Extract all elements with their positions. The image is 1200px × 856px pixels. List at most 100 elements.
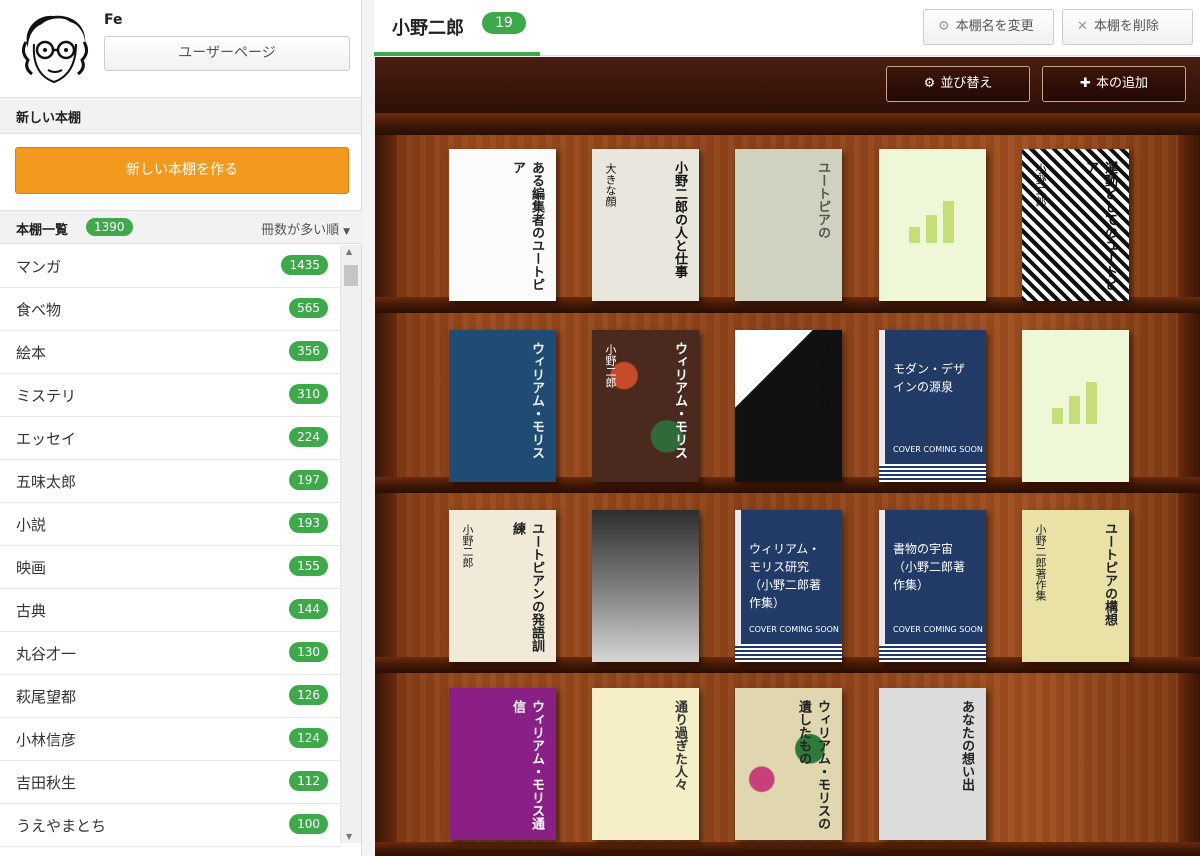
delete-shelf-label: 本棚を削除 bbox=[1093, 19, 1159, 34]
delete-shelf-button[interactable]: ✕ 本棚を削除 bbox=[1062, 9, 1193, 45]
book-cover[interactable]: ユートピアの bbox=[735, 149, 842, 301]
book-placeholder[interactable] bbox=[879, 149, 986, 301]
shelf-list-item[interactable]: 小説 193 bbox=[0, 503, 340, 546]
shelf-list-total-badge: 1390 bbox=[86, 218, 133, 236]
shelf-list-item-name: ミステリ bbox=[16, 387, 77, 405]
shelf-list-item-name: うえやまとち bbox=[16, 817, 107, 835]
book-cover[interactable]: ウィリアム・モリス 小野二郎 bbox=[592, 330, 699, 482]
rename-shelf-button[interactable]: ⚙ 本棚名を変更 bbox=[923, 9, 1054, 45]
shelf-list-item-count: 112 bbox=[289, 771, 328, 791]
book-cover[interactable]: ウィリアム・モリス通信 bbox=[449, 688, 556, 840]
sidebar: Fe ユーザーページ 新しい本棚 新しい本棚を作る 本棚一覧 1390 冊数が多… bbox=[0, 0, 362, 856]
shelf-list-item[interactable]: 萩尾望都 126 bbox=[0, 675, 340, 718]
book-cover[interactable]: ユートピアンの発語訓練 小野二郎 bbox=[449, 510, 556, 662]
book-title: ユートピアの bbox=[815, 161, 830, 239]
shelf-list-item-name: 丸谷才一 bbox=[16, 645, 77, 663]
shelf-list-item-name: 萩尾望都 bbox=[16, 688, 77, 706]
sort-select-label: 冊数が多い順 bbox=[261, 223, 340, 238]
shelf-book-count-badge: 19 bbox=[482, 12, 526, 34]
book-cover[interactable]: 通り過ぎた人々 bbox=[592, 688, 699, 840]
plus-icon: ✚ bbox=[1080, 76, 1091, 91]
book-subtitle: 小野二郎 bbox=[604, 344, 617, 388]
book-cover-coming-soon[interactable]: モダン・デザインの源泉 COVER COMING SOON bbox=[879, 330, 986, 482]
book-title: 紅茶を受皿で bbox=[815, 342, 830, 420]
shelf-header: 小野二郎 19 ⚙ 本棚名を変更 ✕ 本棚を削除 bbox=[374, 0, 1200, 56]
book-spine bbox=[879, 510, 885, 662]
book-cover[interactable]: ユートピアの構想 小野二郎著作集 bbox=[1022, 510, 1129, 662]
add-book-button[interactable]: ✚ 本の追加 bbox=[1042, 66, 1186, 102]
create-shelf-button[interactable]: 新しい本棚を作る bbox=[15, 147, 349, 194]
book-title: 通り過ぎた人々 bbox=[672, 700, 687, 791]
shelf-sort-select[interactable]: 冊数が多い順 ▼ bbox=[261, 219, 350, 238]
book-pages bbox=[735, 644, 842, 662]
book-spine bbox=[879, 330, 885, 482]
shelf-list-item-count: 356 bbox=[289, 341, 328, 361]
shelf-list-item-name: 古典 bbox=[16, 602, 47, 620]
sort-books-button[interactable]: ⚙ 並び替え bbox=[886, 66, 1030, 102]
shelf-plank bbox=[375, 842, 1200, 856]
book-cover[interactable]: ウィリアム・モリスの遺したもの bbox=[735, 688, 842, 840]
shelf-list-item-name: 小林信彦 bbox=[16, 731, 77, 749]
shelf-list-item[interactable]: 映画 155 bbox=[0, 546, 340, 589]
shelf-list-item[interactable]: 丸谷才一 130 bbox=[0, 632, 340, 675]
shelf-list-item-count: 130 bbox=[289, 642, 328, 662]
shelf-list-item-count: 224 bbox=[289, 427, 328, 447]
book-cover[interactable]: 紅茶を受皿で bbox=[735, 330, 842, 482]
shelf-list-item-count: 155 bbox=[289, 556, 328, 576]
shelf-list-item-count: 100 bbox=[289, 814, 328, 834]
shelf-list-item-count: 193 bbox=[289, 513, 328, 533]
book-title: ウィリアム・モリスの遺したもの bbox=[796, 700, 830, 830]
book-cover[interactable]: あなたの想い出 bbox=[879, 688, 986, 840]
shelf-list-item-name: 食べ物 bbox=[16, 301, 62, 319]
book-subtitle: 小野二郎 bbox=[461, 524, 474, 568]
shelf-list-item[interactable]: マンガ 1435 bbox=[0, 245, 340, 288]
shelf-list-item[interactable]: うえやまとち 100 bbox=[0, 804, 340, 847]
book-cover[interactable] bbox=[592, 510, 699, 662]
shelf-list-item[interactable]: 小林信彦 124 bbox=[0, 718, 340, 761]
cover-coming-soon-label: COVER COMING SOON bbox=[893, 625, 983, 634]
book-cover-coming-soon[interactable]: 書物の宇宙（小野二郎著作集） COVER COMING SOON bbox=[879, 510, 986, 662]
user-page-button[interactable]: ユーザーページ bbox=[104, 36, 350, 71]
book-subtitle: 小野二郎 bbox=[1034, 163, 1047, 207]
book-subtitle: 大きな顔 bbox=[604, 163, 617, 207]
cover-coming-soon-label: COVER COMING SOON bbox=[893, 445, 983, 454]
rename-shelf-label: 本棚名を変更 bbox=[955, 19, 1034, 34]
scrollbar-thumb[interactable] bbox=[344, 265, 358, 286]
shelf-title: 小野二郎 bbox=[392, 18, 464, 39]
shelf-list-item-count: 1435 bbox=[281, 255, 328, 275]
shelf-list-item-name: 五味太郎 bbox=[16, 473, 77, 491]
shelf-list-item[interactable]: 五味太郎 197 bbox=[0, 460, 340, 503]
username: Fe bbox=[104, 12, 123, 28]
shelf-list-item[interactable]: エッセイ 224 bbox=[0, 417, 340, 460]
shelf-list-item[interactable]: 絵本 356 bbox=[0, 331, 340, 374]
book-placeholder[interactable] bbox=[1022, 330, 1129, 482]
shelf-list-item-name: 吉田秋生 bbox=[16, 774, 77, 792]
shelf-list-item[interactable]: 吉田秋生 112 bbox=[0, 761, 340, 804]
book-title: 書物の宇宙（小野二郎著作集） bbox=[893, 542, 966, 592]
shelf-list-title: 本棚一覧 bbox=[16, 223, 69, 238]
book-title: ユートピアンの発語訓練 bbox=[510, 522, 544, 652]
avatar[interactable] bbox=[14, 8, 96, 90]
shelf-list-item[interactable]: 古典 144 bbox=[0, 589, 340, 632]
shelf-list-item[interactable]: ミステリ 310 bbox=[0, 374, 340, 417]
gear-icon: ⚙ bbox=[923, 76, 936, 91]
shelf-list-item-name: 絵本 bbox=[16, 344, 47, 362]
shelf-list-item[interactable]: 食べ物 565 bbox=[0, 288, 340, 331]
shelf-list-item-count: 565 bbox=[289, 298, 328, 318]
book-cover-coming-soon[interactable]: ウィリアム・モリス研究（小野二郎著作集） COVER COMING SOON bbox=[735, 510, 842, 662]
book-cover[interactable]: ある編集者のユートピア bbox=[449, 149, 556, 301]
caret-down-icon: ▼ bbox=[343, 227, 350, 237]
shelf-list-scrollbar[interactable]: ▲ ▼ bbox=[340, 245, 361, 843]
scroll-up-icon[interactable]: ▲ bbox=[346, 247, 352, 256]
book-cover[interactable]: 運動としてのユートピア 小野二郎 bbox=[1022, 149, 1129, 301]
tab-current-shelf[interactable]: 小野二郎 19 bbox=[374, 0, 540, 56]
add-book-label: 本の追加 bbox=[1095, 76, 1148, 91]
shelf-list-item-count: 144 bbox=[289, 599, 328, 619]
book-cover[interactable]: ウィリアム・モリス bbox=[449, 330, 556, 482]
shelf-list-item-count: 310 bbox=[289, 384, 328, 404]
scroll-down-icon[interactable]: ▼ bbox=[346, 832, 352, 841]
new-shelf-header: 新しい本棚 bbox=[0, 98, 361, 134]
book-spine bbox=[735, 510, 741, 662]
book-title: 運動としてのユートピア bbox=[1083, 161, 1117, 291]
book-cover[interactable]: 小野二郎の人と仕事 大きな顔 bbox=[592, 149, 699, 301]
